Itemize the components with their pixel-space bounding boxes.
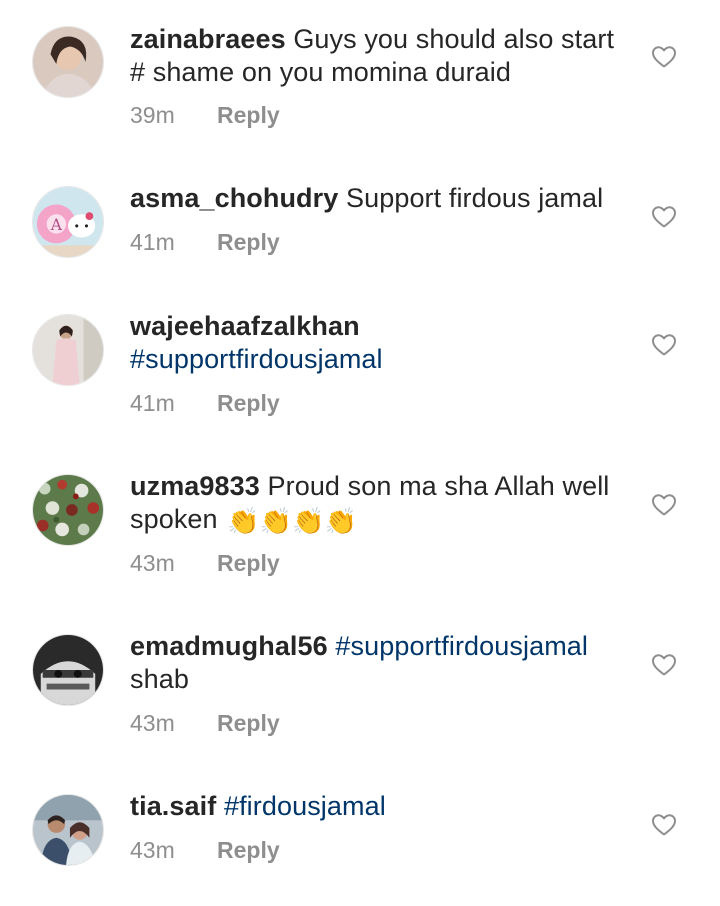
comment-timestamp: 43m: [130, 837, 175, 863]
avatar[interactable]: [32, 794, 104, 866]
comment-text: Support firdous jamal: [345, 183, 604, 213]
comment-hashtag[interactable]: #supportfirdousjamal: [130, 344, 383, 374]
comment-username[interactable]: tia.saif: [130, 791, 216, 821]
comment-meta: 43m Reply: [130, 835, 280, 865]
heart-outline-icon[interactable]: [651, 493, 677, 517]
reply-button[interactable]: Reply: [217, 837, 280, 863]
comment-body: uzma9833 Proud son ma sha Allah well spo…: [130, 470, 630, 536]
comment-username[interactable]: zainabraees: [130, 24, 286, 54]
reply-button[interactable]: Reply: [217, 102, 280, 128]
heart-outline-icon[interactable]: [651, 45, 677, 69]
avatar[interactable]: [32, 26, 104, 98]
avatar[interactable]: [32, 474, 104, 546]
comment-hashtag[interactable]: #supportfirdousjamal: [335, 631, 588, 661]
comment-username[interactable]: wajeehaafzalkhan: [130, 311, 360, 341]
reply-button[interactable]: Reply: [217, 390, 280, 416]
comment-username[interactable]: uzma9833: [130, 471, 260, 501]
comment-timestamp: 41m: [130, 390, 175, 416]
heart-outline-icon[interactable]: [651, 205, 677, 229]
comment-username[interactable]: asma_chohudry: [130, 183, 338, 213]
comment-body: tia.saif #firdousjamal: [130, 790, 630, 823]
avatar[interactable]: A: [32, 186, 104, 258]
heart-outline-icon[interactable]: [651, 653, 677, 677]
avatar[interactable]: [32, 314, 104, 386]
comment-timestamp: 39m: [130, 102, 175, 128]
comment-meta: 41m Reply: [130, 227, 280, 257]
reply-button[interactable]: Reply: [217, 229, 280, 255]
comment-meta: 41m Reply: [130, 388, 280, 418]
heart-outline-icon[interactable]: [651, 333, 677, 357]
comment-meta: 43m Reply: [130, 548, 280, 578]
reply-button[interactable]: Reply: [217, 710, 280, 736]
heart-outline-icon[interactable]: [651, 813, 677, 837]
comment-meta: 39m Reply: [130, 100, 280, 130]
svg-text:A: A: [50, 216, 63, 234]
comment-body: emadmughal56 #supportfirdousjamal shab: [130, 630, 630, 696]
comment-hashtag[interactable]: #firdousjamal: [224, 791, 386, 821]
comment-body: asma_chohudry Support firdous jamal: [130, 182, 630, 215]
comment-meta: 43m Reply: [130, 708, 280, 738]
comment-body: zainabraees Guys you should also start #…: [130, 23, 630, 89]
comment-timestamp: 43m: [130, 710, 175, 736]
avatar[interactable]: [32, 634, 104, 706]
comment-timestamp: 43m: [130, 550, 175, 576]
reply-button[interactable]: Reply: [217, 550, 280, 576]
comment-username[interactable]: emadmughal56: [130, 631, 328, 661]
comment-timestamp: 41m: [130, 229, 175, 255]
clapping-hands-emoji: 👏👏👏👏: [227, 506, 358, 536]
comment-text: shab: [130, 664, 189, 694]
comment-body: wajeehaafzalkhan #supportfirdousjamal: [130, 310, 630, 376]
